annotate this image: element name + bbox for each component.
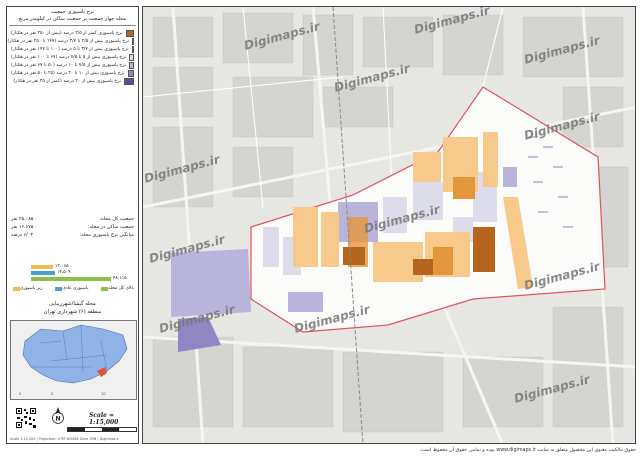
- legend-item-label: نرخ پاسپوزی بیش از ۷/۵ تا ۱۰ درصد (۵۰ تا…: [11, 62, 127, 68]
- legend-item-label: نرخ پاسپوزی بیش از ۱۰ تا ۲۰ درصد (۲۵ تا …: [11, 70, 125, 76]
- bar-legend-label: پاسپوزی عادی: [62, 286, 89, 291]
- svg-text:5: 5: [51, 392, 53, 396]
- bars-legend: زیر پاسپوزی پاسپوزی عادی بالای کل محله: [11, 286, 134, 291]
- stat-row: میانگین نرخ پاسپوزی محله: ۶/۰۳ درصد: [11, 233, 134, 241]
- qr-code: [15, 407, 37, 429]
- legend-item: نرخ پاسپوزی بیش از ۲/۵ تا ۳/۷ درصد (۱۴۷ …: [7, 37, 134, 45]
- legend-swatch: [132, 37, 134, 45]
- stat-row: جمعیت ساکن در محله: ۱۶،۶۷۵ نفر: [11, 225, 134, 233]
- legend-item-label: نرخ پاسپوزی کمتر از ۲/۵ درصد (بیش از ۲۵۰…: [11, 30, 123, 36]
- bar-legend-item: زیر پاسپوزی: [11, 286, 43, 291]
- locator-svg: 0 5 10: [11, 321, 136, 399]
- bar-legend-swatch: [55, 286, 63, 291]
- location-title-block: محله گیشا/شهرزیبایی منطقه (۶) شهرداری ته…: [11, 300, 134, 316]
- main-map[interactable]: Digimaps.ir Digimaps.ir Digimaps.ir Digimap…: [142, 6, 636, 444]
- stat-label: جمعیت کل محله:: [99, 217, 134, 222]
- bar-legend-item: پاسپوزی عادی: [53, 286, 89, 291]
- legend-item: نرخ پاسپوزی بیش از ۱۰ تا ۲۰ درصد (۲۵ تا …: [11, 69, 134, 77]
- legend-item: نرخ پاسپوزی بیش از ۳/۷ تا ۵ درصد (۱۰۰ تا…: [11, 45, 134, 53]
- legend-swatch: [124, 77, 134, 85]
- stat-label: جمعیت ساکن در محله:: [87, 225, 134, 230]
- map-credit: Scale 1:15,000 | Projection: UTM WGS84 Z…: [10, 437, 119, 441]
- stat-label: میانگین نرخ پاسپوزی محله:: [79, 233, 134, 238]
- locator-inset-map: 0 5 10: [10, 320, 137, 400]
- bar-legend-item: بالای کل محله: [99, 286, 134, 291]
- legend-swatch: [127, 69, 134, 77]
- population-bar: [31, 277, 111, 281]
- population-bar-label: ۴۸،۱۱۵: [113, 276, 127, 281]
- legend-subtitle: محله چهار جمعیت بر جمعیت ساکن در کیلومتر…: [18, 16, 127, 22]
- legend-swatch: [129, 61, 134, 69]
- population-bar: [31, 265, 53, 269]
- legend-list: نرخ پاسپوزی کمتر از ۲/۵ درصد (بیش از ۲۵۰…: [7, 29, 134, 85]
- population-bar-label: ۱۳،۰۸۵: [55, 264, 69, 269]
- legend-item: نرخ پاسپوزی بیش از ۲۰ درصد (کمتر از ۲۵ ن…: [11, 77, 134, 85]
- legend-item-label: نرخ پاسپوزی بیش از ۵ تا ۷/۵ درصد (۶۷ تا …: [11, 54, 127, 60]
- legend-swatch: [131, 45, 134, 53]
- legend-item-label: نرخ پاسپوزی بیش از ۲۰ درصد (کمتر از ۲۵ ن…: [13, 78, 121, 84]
- legend-item: نرخ پاسپوزی کمتر از ۲/۵ درصد (بیش از ۲۵۰…: [11, 29, 134, 37]
- legend-swatch: [125, 29, 134, 37]
- legend-item-label: نرخ پاسپوزی بیش از ۳/۷ تا ۵ درصد (۱۰۰ تا…: [11, 46, 129, 52]
- bar-legend-swatch: [13, 286, 20, 291]
- population-bar: [31, 271, 55, 275]
- stats-block: جمعیت کل محله: ۲۵،۰۸۵ نفر جمعیت ساکن در مح…: [11, 217, 134, 241]
- bar-legend-label: بالای کل محله: [108, 286, 134, 291]
- scale-text: Scale = 1:15,000: [89, 412, 119, 426]
- legend-title-block: نرخ پاسپوزی جمعیت محله چهار جمعیت بر جمع…: [9, 9, 136, 26]
- legend-item: نرخ پاسپوزی بیش از ۷/۵ تا ۱۰ درصد (۵۰ تا…: [11, 61, 134, 69]
- north-arrow-icon: N: [51, 407, 65, 425]
- svg-text:10: 10: [101, 392, 105, 396]
- stat-value: ۶/۰۳ درصد: [11, 233, 33, 238]
- legend-item: نرخ پاسپوزی بیش از ۵ تا ۷/۵ درصد (۶۷ تا …: [11, 53, 134, 61]
- stat-row: جمعیت کل محله: ۲۵،۰۸۵ نفر: [11, 217, 134, 225]
- legend-swatch: [129, 53, 134, 61]
- bar-legend-label: زیر پاسپوزی: [20, 286, 43, 291]
- location-title: محله گیشا/شهرزیبایی: [49, 301, 96, 307]
- scale-bar: [67, 427, 137, 432]
- population-bar-label: ۱۴،۵۰۹: [57, 270, 71, 275]
- legend-item-label: نرخ پاسپوزی بیش از ۲/۵ تا ۳/۷ درصد (۱۴۷ …: [7, 38, 129, 44]
- stat-value: ۲۵،۰۸۵ نفر: [11, 217, 34, 222]
- bar-legend-swatch: [101, 286, 109, 291]
- copyright-footer: حقوق مالکیت معنوی این محصول متعلق به سای…: [419, 448, 636, 453]
- legend-panel: نرخ پاسپوزی جمعیت محله چهار جمعیت بر جمع…: [6, 6, 139, 444]
- legend-title: نرخ پاسپوزی جمعیت: [51, 9, 94, 15]
- north-label: N: [55, 416, 60, 423]
- svg-text:0: 0: [19, 392, 21, 396]
- location-subtitle: منطقه (۶) شهرداری تهران: [43, 309, 102, 315]
- stat-value: ۱۶،۶۷۵ نفر: [11, 225, 34, 230]
